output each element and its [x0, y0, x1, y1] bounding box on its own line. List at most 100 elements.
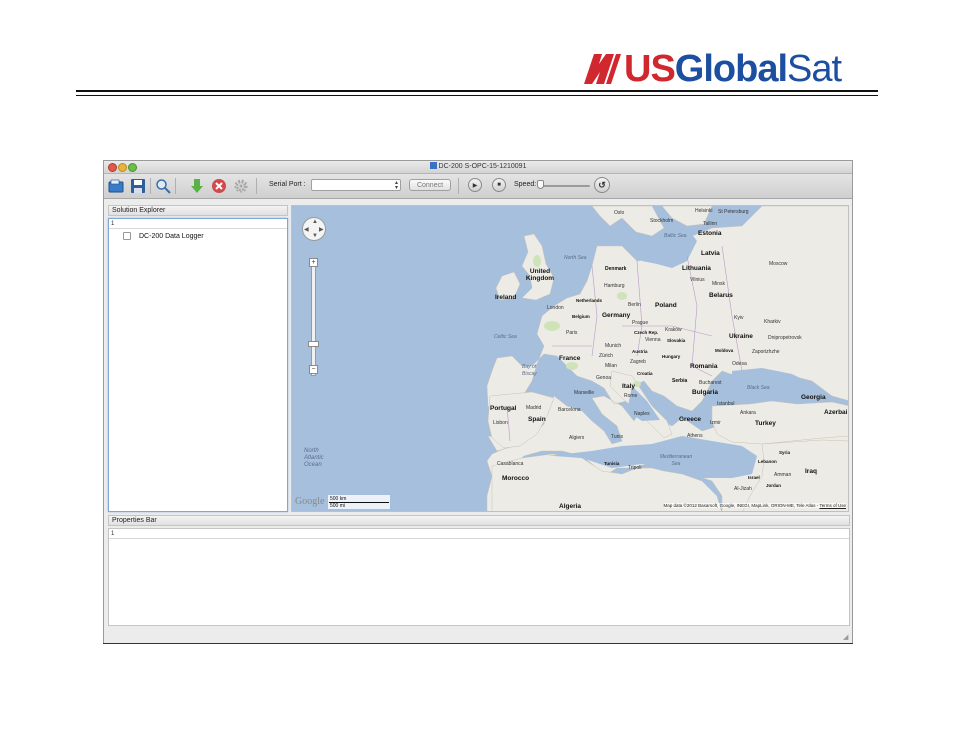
map-attribution-text: Map data ©2012 Basarsoft, Google, INEGI,…: [663, 503, 819, 508]
save-icon: [131, 179, 145, 193]
map-label-country: Jordan: [766, 483, 782, 488]
properties-bar-panel: 1: [108, 528, 850, 626]
map-label-city: Hamburg: [604, 283, 625, 289]
stop-button[interactable]: ■: [492, 178, 506, 192]
toolbar-separator: [256, 178, 257, 194]
map-label-city: Stockholm: [650, 218, 674, 224]
map-label-city: Izmir: [710, 420, 721, 426]
solution-explorer-column-header: 1: [109, 219, 287, 229]
map-label-country: Latvia: [701, 250, 720, 257]
tree-item-data-logger[interactable]: DC-200 Data Logger: [123, 232, 204, 240]
map-label-sea: North Sea: [564, 255, 587, 261]
map-label-country: Tunisia: [604, 461, 620, 466]
map-label-city: Helsinki: [695, 208, 713, 214]
map-label-city: Tunis: [611, 434, 624, 440]
map-label-city: Lisbon: [493, 420, 508, 426]
serial-port-select[interactable]: ▴ ▾: [311, 179, 401, 191]
map-label-city: Kharkiv: [764, 319, 781, 325]
document-icon: [429, 162, 437, 169]
header-rule-thin: [76, 95, 878, 96]
map-scale: 500 km 500 mi: [328, 495, 390, 509]
map-label-city: Kyiv: [734, 315, 744, 321]
map-label-country: Germany: [602, 312, 631, 319]
zoom-out-button[interactable]: −: [309, 365, 318, 374]
connect-button[interactable]: Connect: [409, 179, 451, 191]
reset-button[interactable]: ↺: [594, 177, 610, 193]
map-label-country: Syria: [779, 450, 791, 455]
map-label-country: Denmark: [605, 266, 627, 272]
map-label-city: Istanbul: [717, 401, 735, 407]
zoom-in-button[interactable]: +: [309, 258, 318, 267]
map-label-city: Prague: [632, 320, 649, 326]
scale-mi: 500 mi: [330, 503, 346, 509]
zoom-slider-handle[interactable]: [308, 341, 319, 347]
map-label-city: Algiers: [569, 435, 585, 441]
map-label-city: Tripoli: [628, 465, 642, 471]
map-zoom-slider[interactable]: [311, 264, 316, 376]
map-pan-control[interactable]: ▲ ▼ ◀ ▶: [302, 217, 326, 241]
map-label-sea: Bay of Biscay: [522, 364, 537, 377]
pan-down-icon[interactable]: ▼: [312, 233, 318, 239]
download-icon: [191, 179, 203, 193]
map-label-country: Netherlands: [576, 298, 603, 303]
map-label-sea: Black Sea: [747, 385, 770, 391]
stop-icon: ■: [497, 182, 501, 188]
map-label-country: Romania: [690, 363, 718, 370]
tree-item-checkbox[interactable]: [123, 232, 131, 240]
map-label-city: Vilnius: [690, 277, 705, 283]
solution-explorer-panel: 1 DC-200 Data Logger: [108, 218, 288, 512]
app-window: DC-200 S-OPC-15-1210091 Serial Port : ▴ ▾…: [103, 160, 853, 644]
map-label-country: Ireland: [495, 294, 517, 301]
map-label-city: Minsk: [712, 281, 726, 287]
map-label-city: Genoa: [596, 375, 612, 381]
window-title-text: DC-200 S-OPC-15-1210091: [438, 163, 527, 170]
speed-slider-track[interactable]: [540, 185, 590, 187]
reset-icon: ↺: [598, 179, 606, 190]
map-label-country: Ukraine: [729, 333, 753, 340]
window-title: DC-200 S-OPC-15-1210091: [104, 161, 852, 173]
map-label-country: Bulgaria: [692, 389, 719, 396]
map-label-country: Iraq: [805, 468, 817, 475]
map-label-country: Lithuania: [682, 265, 711, 272]
map-view[interactable]: North Sea Baltic Sea Celtic Sea Bay of B…: [291, 205, 849, 512]
window-bottom-edge: [103, 643, 853, 644]
properties-bar-column-header: 1: [109, 529, 849, 539]
serial-port-label: Serial Port :: [269, 181, 306, 188]
settings-button[interactable]: [232, 177, 250, 195]
map-label-city: Naples: [634, 411, 650, 417]
map-label-city: Zagreb: [630, 359, 646, 365]
google-logo: Google: [295, 496, 325, 507]
settings-icon: [234, 179, 248, 193]
window-resize-grip-icon[interactable]: ◢: [843, 634, 851, 642]
map-label-city: Bucharest: [699, 380, 722, 386]
save-button[interactable]: [129, 177, 147, 195]
map-label-city: Vienna: [645, 337, 661, 343]
map-label-city: Paris: [566, 330, 578, 336]
search-button[interactable]: [154, 177, 172, 195]
play-button[interactable]: ▶: [468, 178, 482, 192]
usglobalsat-logo: US Global Sat: [582, 48, 842, 90]
toolbar-separator: [175, 178, 176, 194]
open-button[interactable]: [107, 177, 125, 195]
pan-left-icon[interactable]: ◀: [304, 226, 309, 233]
map-label-city: Tallinn: [703, 221, 718, 227]
map-label-city: Zürich: [599, 353, 613, 359]
download-button[interactable]: [188, 177, 206, 195]
map-label-country: Hungary: [662, 354, 681, 359]
logo-mark-icon: [584, 54, 621, 84]
play-icon: ▶: [472, 182, 478, 189]
map-label-city: Zaporizhzhe: [752, 349, 780, 355]
speed-slider-thumb[interactable]: [537, 180, 544, 189]
toolbar-separator: [458, 178, 459, 194]
map-label-country: Austria: [632, 349, 648, 354]
pan-right-icon[interactable]: ▶: [319, 226, 324, 233]
pan-up-icon[interactable]: ▲: [312, 219, 318, 225]
map-label-country: Spain: [528, 416, 546, 423]
map-label-country: United Kingdom: [525, 268, 555, 282]
delete-button[interactable]: [210, 177, 228, 195]
map-label-city: Al-Jizah: [734, 486, 752, 492]
updown-arrows-icon: ▴ ▾: [394, 180, 398, 191]
terms-of-use-link[interactable]: Terms of Use: [819, 503, 846, 508]
map-label-country: Czech Rep.: [634, 330, 659, 335]
toolbar-separator: [150, 178, 151, 194]
